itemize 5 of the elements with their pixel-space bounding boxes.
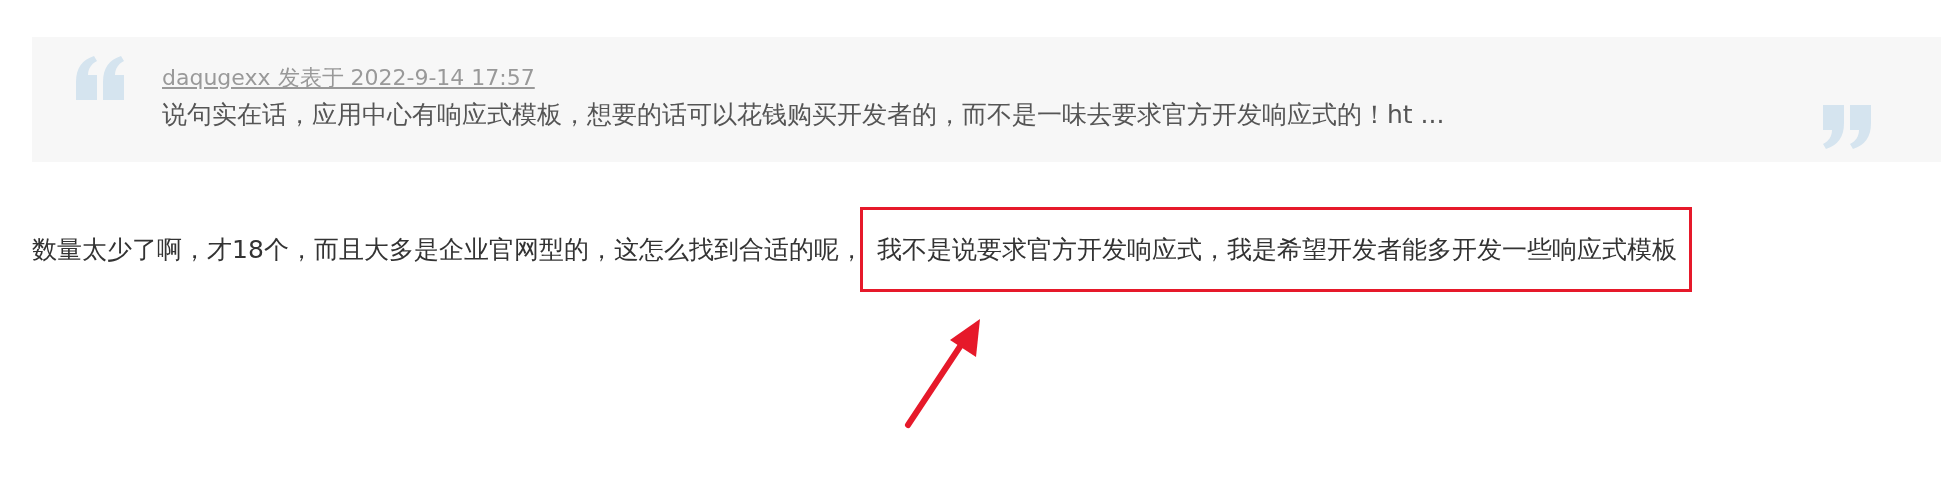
highlighted-text: 我不是说要求官方开发响应式，我是希望开发者能多开发一些响应式模板 xyxy=(859,207,1692,292)
quote-icon xyxy=(1821,103,1873,149)
quote-icon xyxy=(74,56,126,102)
quote-text: 说句实在话，应用中心有响应式模板，想要的话可以花钱购买开发者的，而不是一味去要求官方开发响应式的！ht ... xyxy=(162,99,1446,132)
author-link[interactable]: daqugexx 发表于 2022-9-14 17:57 xyxy=(162,65,535,92)
